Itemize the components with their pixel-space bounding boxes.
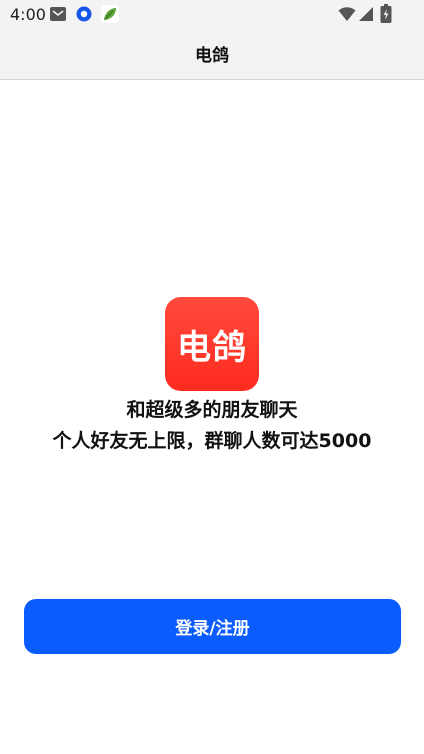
mail-icon <box>49 5 67 27</box>
battery-icon <box>380 4 392 28</box>
app-bar: 电鸽 <box>0 28 424 80</box>
wifi-icon <box>338 6 356 26</box>
blue-circle-app-icon <box>75 5 93 27</box>
login-register-label: 登录/注册 <box>175 619 250 639</box>
login-register-button[interactable]: 登录/注册 <box>24 599 401 654</box>
logo-text: 电鸽 <box>177 327 247 368</box>
tagline-line-1: 和超级多的朋友聊天 <box>126 399 298 421</box>
page-title: 电鸽 <box>195 46 229 66</box>
signal-icon <box>358 6 374 26</box>
app-logo: 电鸽 <box>165 297 259 391</box>
tagline-line-2: 个人好友无上限，群聊人数可达5000 <box>52 430 372 452</box>
status-bar: 4:00 <box>0 0 424 28</box>
status-time: 4:00 <box>10 5 46 24</box>
leaf-app-icon <box>101 5 119 27</box>
